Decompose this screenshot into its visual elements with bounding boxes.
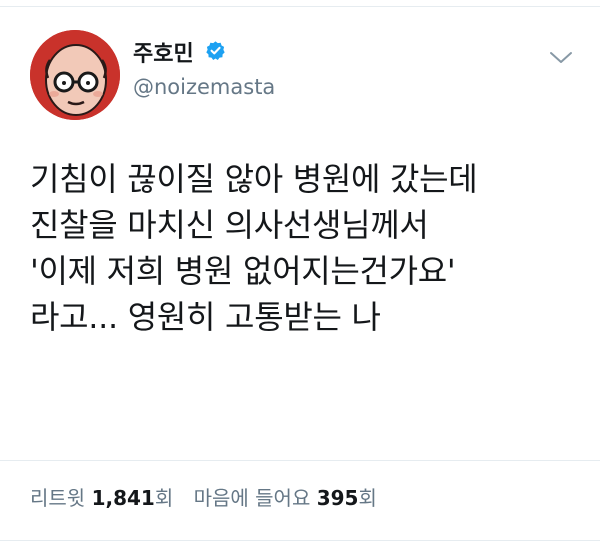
user-handle[interactable]: @noizemasta <box>133 75 275 99</box>
tweet-stats: 리트윗 1,841회 마음에 들어요 395회 <box>30 482 391 511</box>
display-name-row: 주호민 <box>133 36 226 68</box>
tweet-header: 주호민 @noizemasta <box>30 30 590 120</box>
retweet-stat[interactable]: 리트윗 1,841회 <box>30 482 173 511</box>
likes-count: 395 <box>316 486 359 510</box>
likes-label: 마음에 들어요 <box>193 486 311 510</box>
cartoon-face-icon <box>30 30 120 120</box>
retweets-unit: 회 <box>154 486 174 510</box>
stats-divider-top <box>0 460 600 461</box>
likes-unit: 회 <box>358 486 377 510</box>
stats-divider-bottom <box>0 540 600 541</box>
avatar[interactable] <box>30 30 120 120</box>
verified-badge-icon <box>205 40 226 61</box>
display-name[interactable]: 주호민 <box>133 36 194 68</box>
likes-stat[interactable]: 마음에 들어요 395회 <box>194 482 377 511</box>
retweets-label: 리트윗 <box>30 486 86 510</box>
tweet-text: 기침이 끊이질 않아 병원에 갔는데 진찰을 마치신 의사선생님께서 '이제 저… <box>30 160 478 336</box>
top-divider <box>0 6 600 7</box>
retweets-count: 1,841 <box>91 486 155 510</box>
chevron-down-icon[interactable] <box>548 50 574 66</box>
tweet-card: 주호민 @noizemasta 기침이 끊이질 않아 병원에 갔는데 진찰을 마… <box>0 0 600 552</box>
